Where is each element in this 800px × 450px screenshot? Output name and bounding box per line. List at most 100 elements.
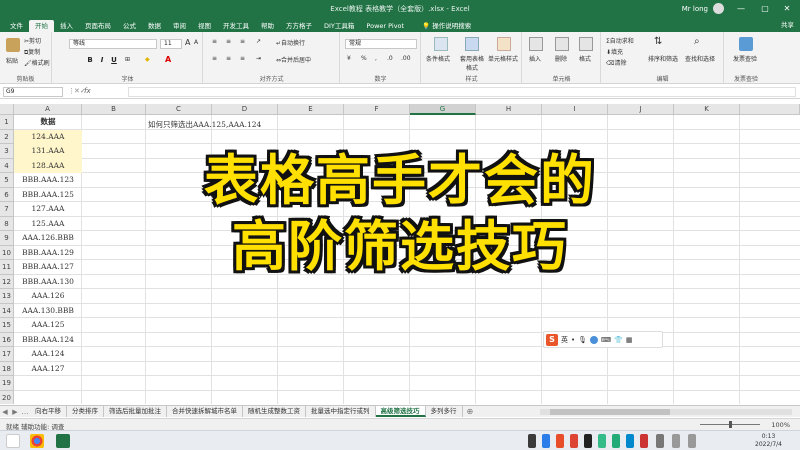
conditional-format-icon[interactable] — [434, 37, 448, 51]
punctuation-icon[interactable]: • — [571, 336, 575, 344]
sort-filter-icon[interactable]: ⇅ — [654, 36, 662, 47]
fill-color-icon[interactable]: ◆ — [145, 56, 150, 63]
tray-icon-8[interactable] — [626, 434, 634, 448]
indent-icon[interactable]: ⇥ — [256, 55, 261, 62]
tray-icon-2[interactable] — [542, 434, 550, 448]
fill-button[interactable]: ⬇填充 — [606, 47, 623, 56]
sheet-tab[interactable]: 随机生成整数工资 — [243, 406, 306, 417]
row-header-10[interactable]: 10 — [0, 245, 14, 260]
invoice-check-icon[interactable] — [739, 37, 753, 51]
align-left-icon[interactable]: ≡ — [212, 55, 217, 62]
merge-center-button[interactable]: ⇔合并后居中 — [276, 55, 311, 64]
tab-file[interactable]: 文件 — [4, 20, 29, 32]
insert-function-button[interactable]: fx — [84, 87, 91, 95]
next-sheet-icon[interactable]: ▶ — [10, 408, 20, 416]
data-cell[interactable]: BBB.AAA.124 — [14, 333, 82, 348]
horizontal-scrollbar[interactable] — [540, 409, 792, 415]
spreadsheet-grid[interactable]: A B C D E F G H I J K 1 数据 2 124.AAA 3 131.AA… — [0, 104, 800, 404]
currency-icon[interactable]: ¥ — [347, 55, 351, 62]
row-header-15[interactable]: 15 — [0, 318, 14, 333]
row-header-16[interactable]: 16 — [0, 332, 14, 347]
decrease-decimal-icon[interactable]: .00 — [401, 55, 411, 62]
insert-cells-icon[interactable] — [529, 37, 543, 51]
format-as-table-button[interactable]: 套用表格格式 — [458, 54, 486, 72]
autosum-button[interactable]: Σ自动求和 — [606, 36, 634, 45]
emoji-icon[interactable] — [590, 335, 599, 344]
align-center-icon[interactable]: ≡ — [226, 55, 231, 62]
row-header-11[interactable]: 11 — [0, 260, 14, 275]
font-name-select[interactable]: 等线 — [69, 39, 157, 49]
tab-page-layout[interactable]: 页面布局 — [79, 20, 117, 32]
note-cell[interactable]: 如何只筛选出AAA.125,AAA.124 — [148, 119, 261, 130]
row-header-4[interactable]: 4 — [0, 158, 14, 173]
row-header-17[interactable]: 17 — [0, 347, 14, 362]
comma-icon[interactable]: , — [375, 55, 377, 62]
bold-button[interactable]: B — [85, 56, 95, 64]
column-header-c[interactable]: C — [146, 104, 212, 115]
align-top-icon[interactable]: ≡ — [212, 38, 217, 45]
data-cell[interactable]: BBB.AAA.129 — [14, 246, 82, 261]
row-header-5[interactable]: 5 — [0, 173, 14, 188]
ime-mode-label[interactable]: 英 — [561, 335, 568, 345]
cut-button[interactable]: ✂剪切 — [24, 36, 41, 45]
column-header-j[interactable]: J — [608, 104, 674, 115]
align-middle-icon[interactable]: ≡ — [226, 38, 231, 45]
row-header-12[interactable]: 12 — [0, 274, 14, 289]
format-painter-button[interactable]: 🖌格式刷 — [24, 58, 50, 67]
border-icon[interactable]: ⊞ — [125, 56, 130, 63]
italic-button[interactable]: I — [97, 56, 107, 64]
user-name[interactable]: Mr long — [682, 5, 708, 13]
tray-icon-7[interactable] — [612, 434, 620, 448]
data-cell[interactable]: AAA.127 — [14, 362, 82, 377]
number-format-select[interactable]: 常规 — [345, 39, 417, 49]
windows-start-icon[interactable] — [6, 434, 20, 448]
tab-help[interactable]: 帮助 — [255, 20, 280, 32]
column-header-b[interactable]: B — [82, 104, 146, 115]
sheet-tab[interactable]: 分类排序 — [67, 406, 104, 417]
tray-icon-9[interactable] — [640, 434, 648, 448]
shrink-font-icon[interactable]: A — [194, 39, 198, 46]
row-header-8[interactable]: 8 — [0, 216, 14, 231]
column-header-f[interactable]: F — [344, 104, 410, 115]
toolbox-icon[interactable]: ▦ — [626, 336, 633, 344]
tray-icon-6[interactable] — [598, 434, 606, 448]
ime-toolbar[interactable]: S 英 • 🎙 ⌨ 👕 ▦ — [543, 331, 663, 348]
data-cell[interactable]: 131.AAA — [14, 144, 82, 159]
data-cell[interactable]: 127.AAA — [14, 202, 82, 217]
volume-icon[interactable] — [688, 434, 696, 448]
sheet-tab[interactable]: 批量选中指定行或列 — [306, 406, 376, 417]
taskbar-clock[interactable]: 0:13 2022/7/4 — [755, 433, 782, 449]
tab-developer[interactable]: 开发工具 — [217, 20, 255, 32]
data-cell[interactable]: AAA.126.BBB — [14, 231, 82, 246]
copy-button[interactable]: ⧉复制 — [24, 47, 40, 57]
row-header-20[interactable]: 20 — [0, 390, 14, 404]
sheet-tab-active[interactable]: 高级筛选技巧 — [375, 406, 426, 417]
paste-button[interactable]: 粘贴 — [6, 56, 18, 65]
chrome-icon[interactable] — [30, 434, 44, 448]
data-cell[interactable]: AAA.130.BBB — [14, 304, 82, 319]
tab-diy-toolbox[interactable]: DIY工具箱 — [318, 20, 360, 32]
excel-taskbar-icon[interactable] — [56, 434, 70, 448]
percent-icon[interactable]: % — [361, 55, 367, 62]
tab-view[interactable]: 视图 — [192, 20, 217, 32]
tab-formulas[interactable]: 公式 — [117, 20, 142, 32]
tray-icon-10[interactable] — [656, 434, 664, 448]
select-all-corner[interactable] — [0, 104, 14, 115]
wrap-text-button[interactable]: ↵自动换行 — [276, 38, 305, 47]
data-cell[interactable]: 128.AAA — [14, 158, 82, 173]
clear-button[interactable]: ⌫清除 — [606, 58, 627, 67]
find-select-button[interactable]: 查找和选择 — [685, 54, 715, 63]
find-icon[interactable]: ⌕ — [694, 36, 700, 47]
restore-button[interactable]: ▢ — [754, 0, 776, 18]
delete-cells-button[interactable]: 删除 — [555, 54, 567, 63]
keyboard-icon[interactable]: ⌨ — [601, 336, 611, 344]
row-header-3[interactable]: 3 — [0, 144, 14, 159]
tab-fangfang[interactable]: 方方格子 — [280, 20, 318, 32]
add-sheet-icon[interactable]: ⊕ — [467, 407, 474, 416]
sheet-tab[interactable]: 合并快速拆解城市名单 — [167, 406, 243, 417]
conditional-format-button[interactable]: 条件格式 — [426, 54, 450, 63]
tell-me-search[interactable]: 💡 操作说明搜索 — [416, 20, 477, 32]
tab-data[interactable]: 数据 — [142, 20, 167, 32]
format-cells-icon[interactable] — [579, 37, 593, 51]
orientation-icon[interactable]: ↗ — [256, 38, 261, 45]
